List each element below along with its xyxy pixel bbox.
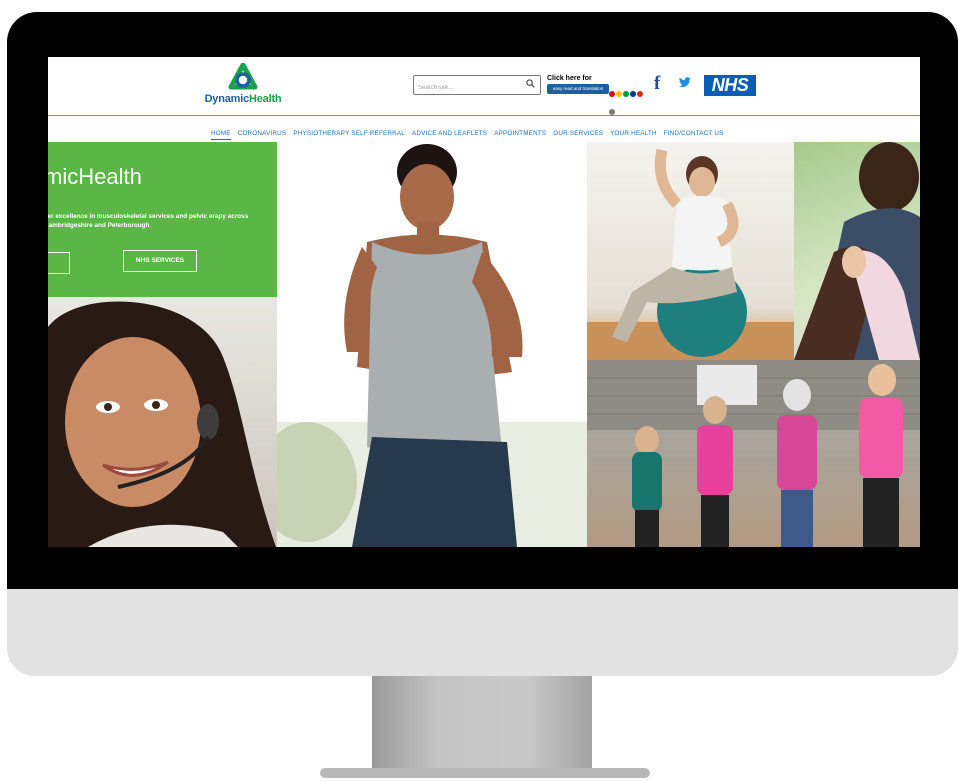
photo-knee-treatment — [794, 142, 920, 360]
hero-text: ver excellence in musculoskeletal servic… — [48, 213, 249, 229]
photo-exercise-ball — [587, 142, 794, 360]
search-input[interactable] — [414, 80, 522, 96]
accessibility-pill: easy read and translation — [547, 84, 609, 94]
facebook-icon[interactable]: f — [654, 73, 660, 95]
search-icon[interactable] — [526, 79, 535, 88]
photo-runner — [277, 142, 587, 547]
search-box — [413, 75, 541, 96]
nav-appointments[interactable]: APPOINTMENTS — [494, 130, 546, 137]
hero-panel: micHealth ver excellence in musculoskele… — [48, 142, 277, 297]
accessibility-heading: Click here for — [547, 75, 592, 82]
nav-find-contact[interactable]: FIND/CONTACT US — [664, 130, 724, 137]
website-screen: DynamicHealth Click here for easy read a… — [48, 57, 920, 547]
nav-advice-leaflets[interactable]: ADVICE AND LEAFLETS — [412, 130, 487, 137]
header-divider — [48, 115, 920, 116]
logo-text: DynamicHealth — [204, 93, 282, 105]
site-header: DynamicHealth Click here for easy read a… — [48, 57, 920, 115]
photo-receptionist — [48, 297, 277, 547]
monitor-foot — [320, 768, 650, 778]
nhs-services-button[interactable]: NHS SERVICES — [123, 250, 197, 272]
accessibility-link[interactable]: Click here for easy read and translation — [547, 75, 649, 115]
logo-icon — [228, 63, 258, 90]
main-nav: HOME CORONAVIRUS PHYSIOTHERAPY SELF REFERR… — [211, 122, 730, 140]
nav-home[interactable]: HOME — [211, 130, 231, 140]
hero-title: micHealth — [48, 164, 142, 189]
self-referral-button[interactable]: L — [48, 252, 70, 274]
nav-your-health[interactable]: YOUR HEALTH — [610, 130, 657, 137]
nav-our-services[interactable]: OUR SERVICES — [553, 130, 603, 137]
nav-physio-self-referral[interactable]: PHYSIOTHERAPY SELF REFERRAL — [293, 130, 405, 137]
nhs-logo[interactable]: NHS — [704, 75, 756, 96]
monitor-stand — [372, 676, 592, 772]
nav-coronavirus[interactable]: CORONAVIRUS — [238, 130, 287, 137]
monitor-chin — [7, 589, 958, 676]
photo-fitness-class — [587, 360, 920, 547]
site-logo[interactable]: DynamicHealth — [198, 63, 288, 111]
twitter-icon[interactable] — [678, 77, 692, 88]
